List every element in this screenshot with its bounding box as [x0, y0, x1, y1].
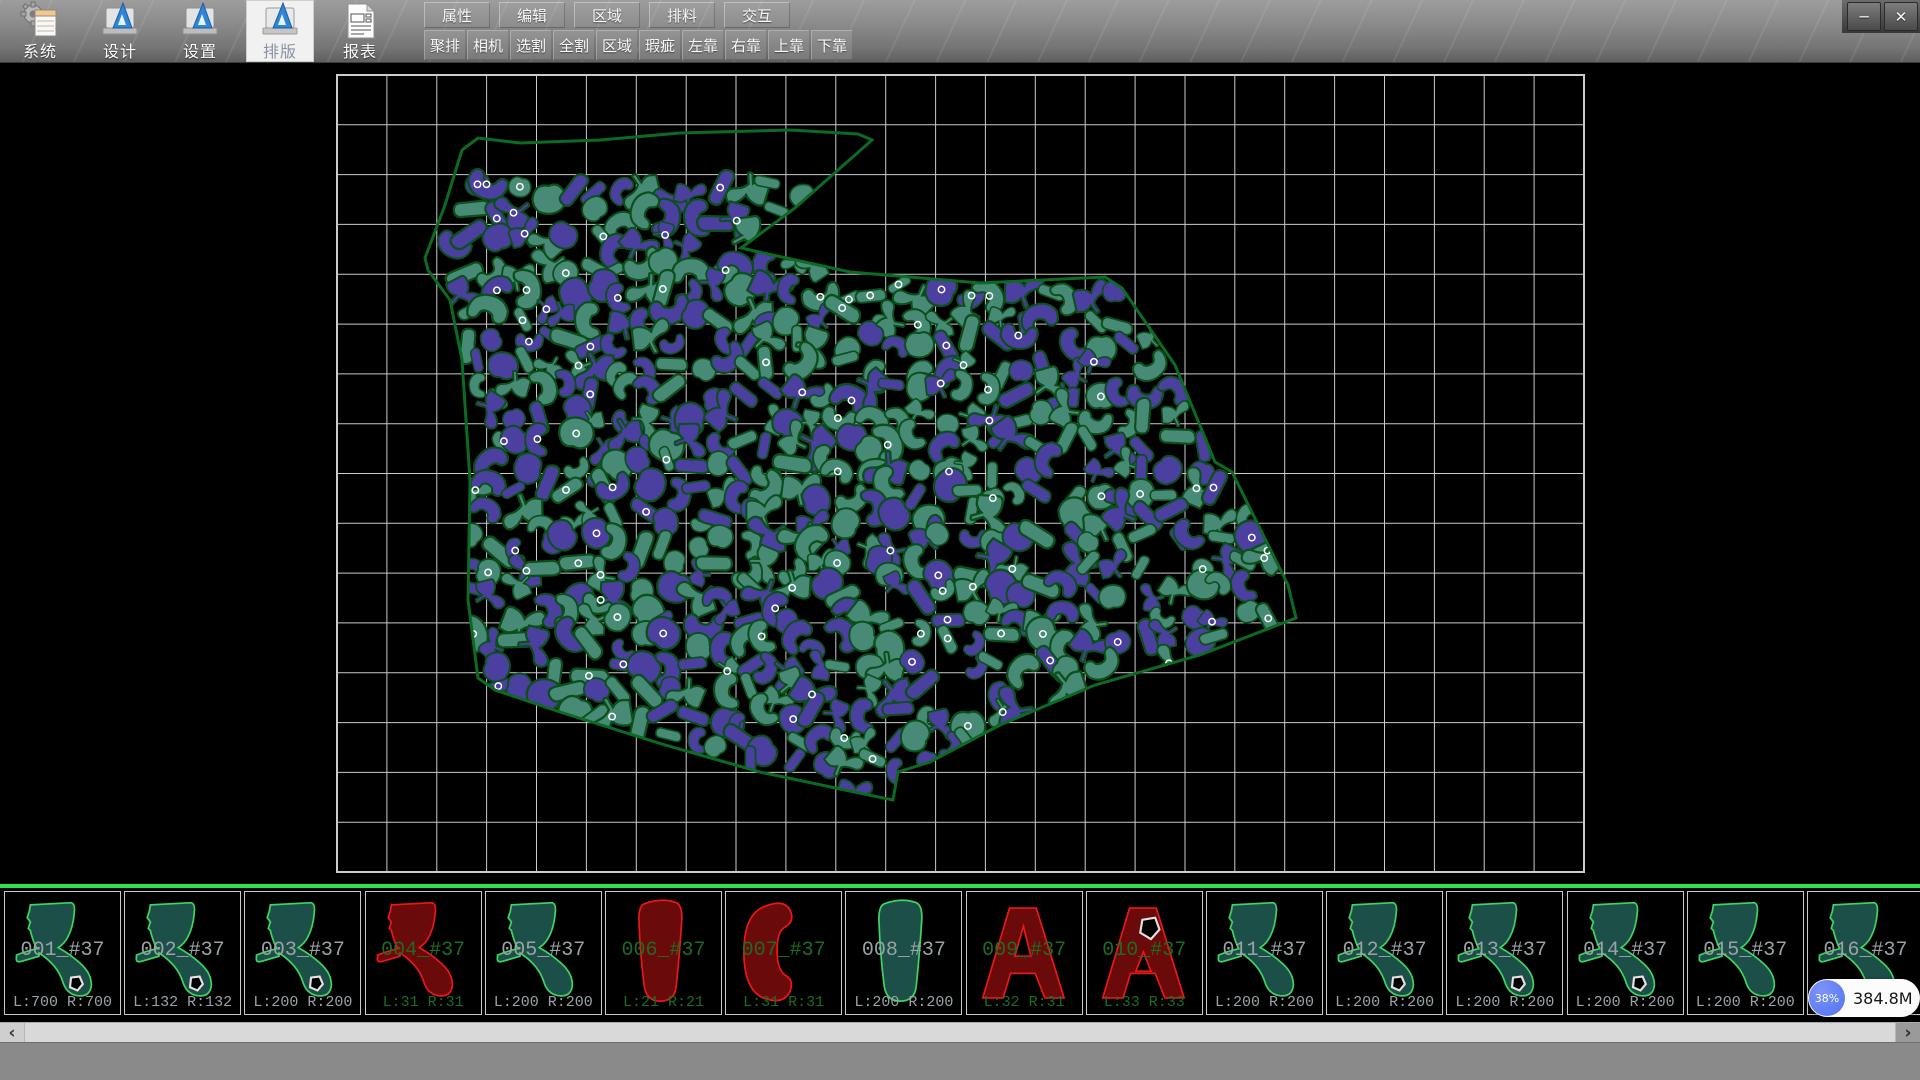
piece-thumbnail-6[interactable]: 006_#37L:21 R:21: [605, 891, 722, 1015]
piece-shape: [245, 892, 360, 1014]
cpu-percent-indicator: 38%: [1809, 980, 1845, 1016]
piece-thumbnail-5[interactable]: 005_#37L:200 R:200: [485, 891, 602, 1015]
piece-thumbnail-15[interactable]: 015_#37L:200 R:200: [1687, 891, 1804, 1015]
nav-button-label: 设置: [183, 42, 217, 62]
tool-button-4[interactable]: 全割: [553, 30, 594, 60]
piece-shape: [1327, 892, 1442, 1014]
piece-shape: [486, 892, 601, 1014]
piece-shape: [967, 892, 1082, 1014]
piece-shape: [5, 892, 120, 1014]
settings-icon: [180, 1, 220, 41]
memory-value: 384.8M: [1853, 989, 1913, 1008]
piece-thumbnail-2[interactable]: 002_#37L:132 R:132: [124, 891, 241, 1015]
piece-thumbnail-4[interactable]: 004_#37L:31 R:31: [365, 891, 482, 1015]
nav-button-1[interactable]: 系统: [6, 0, 74, 62]
piece-shape: [1568, 892, 1683, 1014]
tool-button-9[interactable]: 上靠: [768, 30, 809, 60]
scroll-left-arrow[interactable]: ‹: [0, 1023, 25, 1043]
menu-item-4[interactable]: 排料: [649, 2, 715, 28]
nav-button-label: 排版: [263, 42, 297, 62]
tool-button-2[interactable]: 相机: [467, 30, 508, 60]
tool-button-3[interactable]: 选割: [510, 30, 551, 60]
strip-separator-line: [0, 884, 1920, 888]
menu-bar: 属性编辑区域排料交互: [424, 2, 799, 28]
piece-thumbnail-11[interactable]: 011_#37L:200 R:200: [1206, 891, 1323, 1015]
piece-thumbnail-10[interactable]: 010_#37L:33 R:33: [1086, 891, 1203, 1015]
piece-shape: [1447, 892, 1562, 1014]
status-bar: [0, 1042, 1920, 1080]
piece-shape: [125, 892, 240, 1014]
window-controls: ─ ✕: [1842, 0, 1920, 33]
horizontal-scrollbar[interactable]: ‹ ›: [0, 1022, 1920, 1042]
piece-shape: [726, 892, 841, 1014]
piece-thumbnail-9[interactable]: 009_#37L:32 R:31: [966, 891, 1083, 1015]
piece-thumbnail-1[interactable]: 001_#37L:700 R:700: [4, 891, 121, 1015]
menu-item-2[interactable]: 编辑: [499, 2, 565, 28]
menu-item-5[interactable]: 交互: [724, 2, 790, 28]
piece-shape: [606, 892, 721, 1014]
piece-thumbnail-12[interactable]: 012_#37L:200 R:200: [1326, 891, 1443, 1015]
tool-button-row: 聚排相机选割全割区域瑕疵左靠右靠上靠下靠: [424, 30, 854, 60]
nav-button-label: 系统: [23, 42, 57, 62]
memory-usage-badge[interactable]: 38% 384.8M: [1808, 979, 1920, 1017]
nav-button-5[interactable]: 报表: [326, 0, 394, 62]
piece-shape: [1207, 892, 1322, 1014]
piece-shape: [366, 892, 481, 1014]
piece-thumbnail-3[interactable]: 003_#37L:200 R:200: [244, 891, 361, 1015]
piece-shape: [846, 892, 961, 1014]
piece-shape: [1688, 892, 1803, 1014]
menu-item-3[interactable]: 区域: [574, 2, 640, 28]
tool-button-10[interactable]: 下靠: [811, 30, 852, 60]
system-icon: [20, 1, 60, 41]
nav-button-2[interactable]: 设计: [86, 0, 154, 62]
menu-item-1[interactable]: 属性: [424, 2, 490, 28]
report-icon: [340, 1, 380, 41]
piece-thumbnail-strip: 001_#37L:700 R:700002_#37L:132 R:132003_…: [0, 884, 1920, 1022]
nesting-icon: [260, 1, 300, 41]
tool-button-6[interactable]: 瑕疵: [639, 30, 680, 60]
nesting-drawing: [0, 62, 1920, 1022]
scroll-right-arrow[interactable]: ›: [1895, 1023, 1920, 1043]
tool-button-7[interactable]: 左靠: [682, 30, 723, 60]
design-icon: [100, 1, 140, 41]
tool-button-5[interactable]: 区域: [596, 30, 637, 60]
nav-button-4[interactable]: 排版: [246, 0, 314, 62]
piece-thumbnail-8[interactable]: 008_#37L:200 R:200: [845, 891, 962, 1015]
tool-button-8[interactable]: 右靠: [725, 30, 766, 60]
nav-button-label: 报表: [343, 42, 377, 62]
notepad-icon: [35, 10, 56, 36]
top-toolbar: 系统设计设置排版报表 属性编辑区域排料交互 聚排相机选割全割区域瑕疵左靠右靠上靠…: [0, 0, 1920, 63]
piece-shape: [1087, 892, 1202, 1014]
close-button[interactable]: ✕: [1884, 2, 1918, 31]
nesting-canvas[interactable]: [0, 62, 1920, 1022]
nav-button-3[interactable]: 设置: [166, 0, 234, 62]
piece-thumbnail-14[interactable]: 014_#37L:200 R:200: [1567, 891, 1684, 1015]
piece-thumbnail-7[interactable]: 007_#37L:31 R:31: [725, 891, 842, 1015]
piece-thumbnail-13[interactable]: 013_#37L:200 R:200: [1446, 891, 1563, 1015]
minimize-button[interactable]: ─: [1847, 2, 1881, 31]
tool-button-1[interactable]: 聚排: [424, 30, 465, 60]
nav-button-label: 设计: [103, 42, 137, 62]
